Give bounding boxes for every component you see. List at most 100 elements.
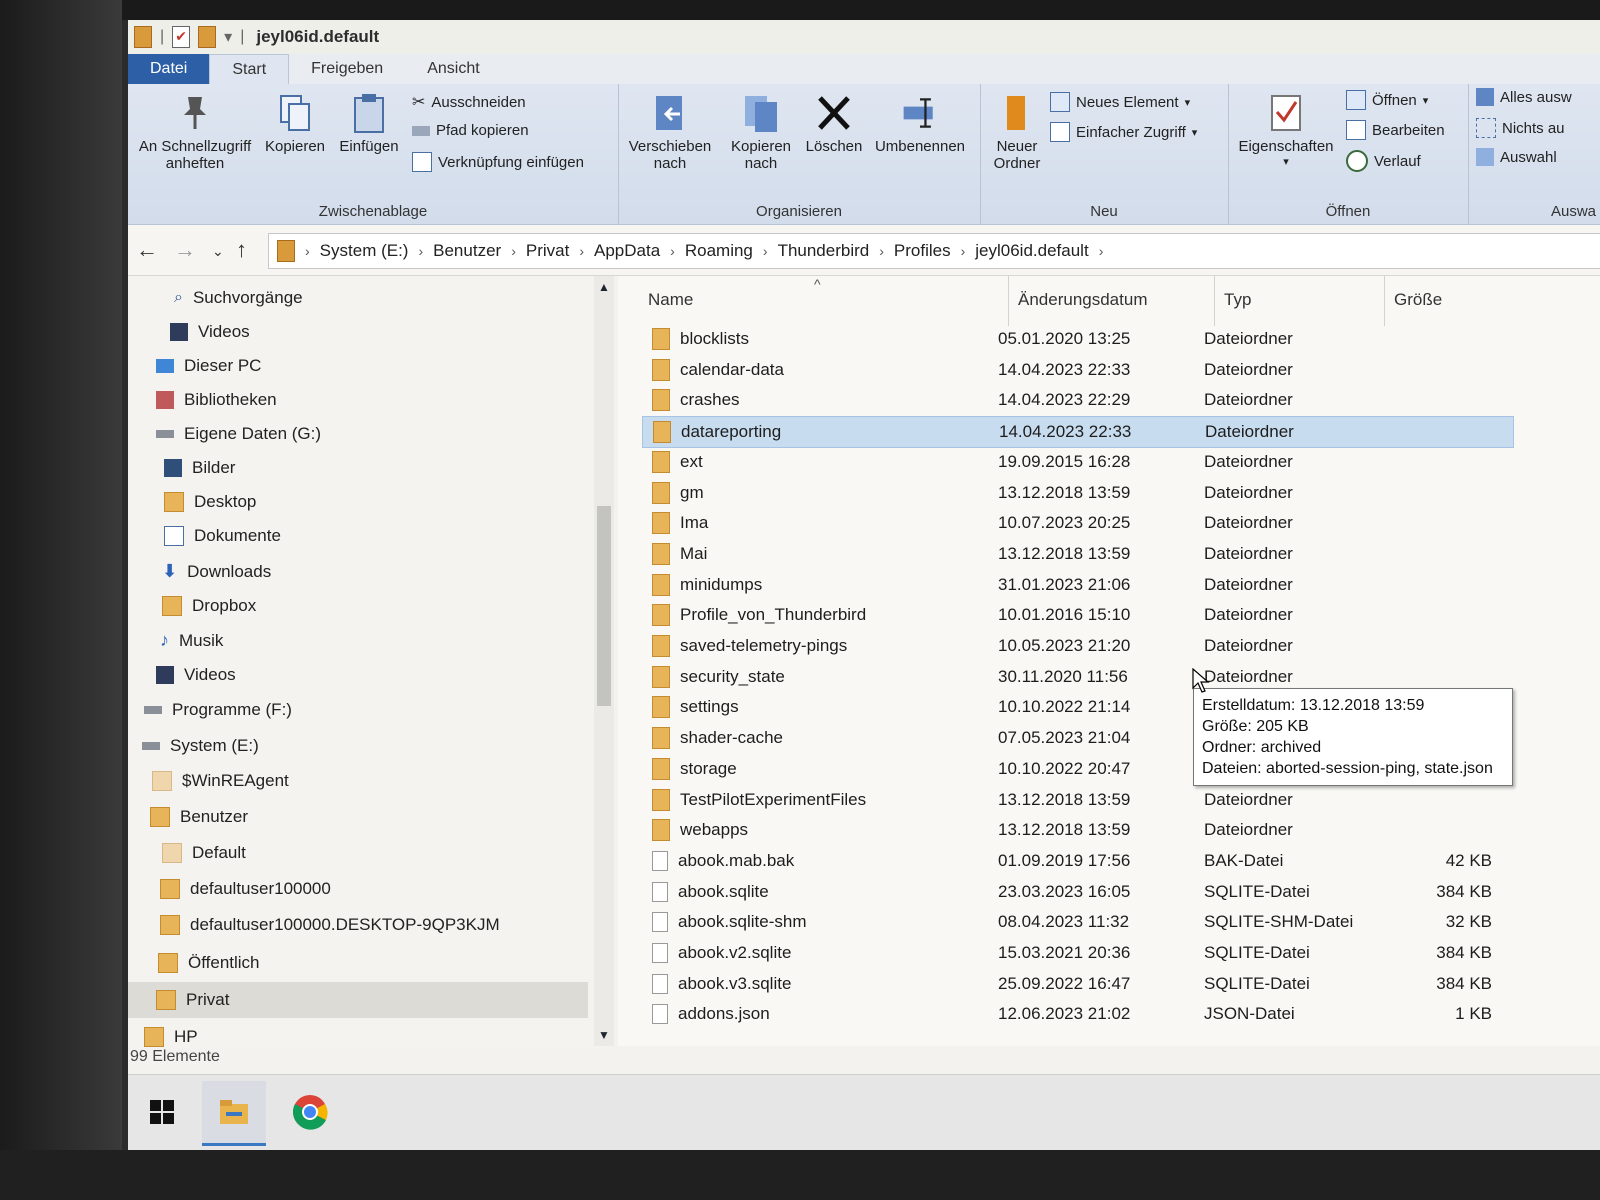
tree-item-videos-2[interactable]: Videos xyxy=(156,665,236,685)
tree-item-eigene-daten[interactable]: Eigene Daten (G:) xyxy=(156,424,321,444)
properties-button[interactable]: Eigenschaften ▾ xyxy=(1232,92,1340,168)
tree-item-musik[interactable]: ♪ Musik xyxy=(160,630,223,651)
table-row[interactable]: abook.v3.sqlite 25.09.2022 16:47 SQLITE-Da… xyxy=(642,969,1512,999)
scroll-down-chevron-icon[interactable]: ▼ xyxy=(598,1028,610,1042)
navigation-scrollbar[interactable]: ▲ ▼ xyxy=(594,276,614,1046)
rename-button[interactable]: Umbenennen xyxy=(868,92,972,155)
tree-item-defaultuser-desktop[interactable]: defaultuser100000.DESKTOP-9QP3KJM xyxy=(160,915,500,935)
table-row[interactable]: datareporting 14.04.2023 22:33 Dateiordner xyxy=(642,416,1514,449)
column-header-size[interactable]: Größe xyxy=(1394,290,1442,310)
breadcrumb-item[interactable]: Roaming xyxy=(685,241,753,261)
tree-item-downloads[interactable]: ⬇ Downloads xyxy=(162,561,271,582)
tree-item-bibliotheken[interactable]: Bibliotheken xyxy=(156,390,277,410)
move-to-button[interactable]: Verschieben nach xyxy=(624,92,716,172)
table-row[interactable]: blocklists 05.01.2020 13:25 Dateiordner xyxy=(642,324,1512,354)
new-folder-button[interactable]: Neuer Ordner xyxy=(984,92,1050,172)
tab-start[interactable]: Start xyxy=(209,54,290,84)
open-button[interactable]: Öffnen ▾ xyxy=(1346,90,1428,110)
table-row[interactable]: Mai 13.12.2018 13:59 Dateiordner xyxy=(642,539,1512,569)
table-row[interactable]: calendar-data 14.04.2023 22:33 Dateiordner xyxy=(642,355,1512,385)
table-row[interactable]: abook.sqlite 23.03.2023 16:05 SQLITE-Datei… xyxy=(642,877,1512,907)
breadcrumb-item[interactable]: Privat xyxy=(526,241,569,261)
start-button[interactable] xyxy=(130,1081,194,1143)
tree-item-winreagent[interactable]: $WinREAgent xyxy=(152,771,289,791)
chevron-right-icon[interactable]: › xyxy=(511,243,516,259)
tab-ansicht[interactable]: Ansicht xyxy=(405,54,501,84)
tree-item-defaultuser[interactable]: defaultuser100000 xyxy=(160,879,331,899)
easy-access-button[interactable]: Einfacher Zugriff ▾ xyxy=(1050,122,1197,142)
breadcrumb-item[interactable]: AppData xyxy=(594,241,660,261)
paste-shortcut-button[interactable]: Verknüpfung einfügen xyxy=(412,152,584,172)
table-row[interactable]: webapps 13.12.2018 13:59 Dateiordner xyxy=(642,815,1512,845)
new-item-button[interactable]: Neues Element ▾ xyxy=(1050,92,1190,112)
column-header-date[interactable]: Änderungsdatum xyxy=(1018,290,1147,310)
breadcrumb-item[interactable]: Benutzer xyxy=(433,241,501,261)
tab-freigeben[interactable]: Freigeben xyxy=(289,54,405,84)
breadcrumb-item[interactable]: jeyl06id.default xyxy=(975,241,1088,261)
table-row[interactable]: saved-telemetry-pings 10.05.2023 21:20 Dat… xyxy=(642,631,1512,661)
scrollbar-thumb[interactable] xyxy=(597,506,611,706)
history-button[interactable]: Verlauf xyxy=(1346,150,1421,172)
table-row[interactable]: TestPilotExperimentFiles 13.12.2018 13:59… xyxy=(642,785,1512,815)
chevron-right-icon[interactable]: › xyxy=(879,243,884,259)
edit-button[interactable]: Bearbeiten xyxy=(1346,120,1445,140)
tree-item-default[interactable]: Default xyxy=(162,843,246,863)
chevron-right-icon[interactable]: › xyxy=(961,243,966,259)
table-row[interactable]: ext 19.09.2015 16:28 Dateiordner xyxy=(642,447,1512,477)
address-bar[interactable]: › System (E:) › Benutzer › Privat › AppD… xyxy=(268,233,1600,269)
new-folder-icon[interactable] xyxy=(198,26,217,48)
recent-locations-chevron-icon[interactable]: ⌄ xyxy=(212,243,224,260)
tree-item-dokumente[interactable]: Dokumente xyxy=(164,526,281,546)
chevron-right-icon[interactable]: › xyxy=(670,243,675,259)
forward-arrow-icon[interactable]: → xyxy=(174,237,196,263)
invert-selection-button[interactable]: Auswahl xyxy=(1476,148,1557,166)
chevron-right-icon[interactable]: › xyxy=(418,243,423,259)
tree-item-desktop[interactable]: Desktop xyxy=(164,492,256,512)
chevron-right-icon[interactable]: › xyxy=(579,243,584,259)
tree-item-benutzer[interactable]: Benutzer xyxy=(150,807,248,827)
tab-datei[interactable]: Datei xyxy=(128,54,210,84)
copy-button[interactable]: Kopieren xyxy=(262,92,328,155)
taskbar-chrome[interactable] xyxy=(278,1081,342,1143)
tree-item-hp[interactable]: HP xyxy=(144,1027,198,1047)
tree-item-dropbox[interactable]: Dropbox xyxy=(162,596,256,616)
paste-button[interactable]: Einfügen xyxy=(334,92,404,155)
delete-button[interactable]: Löschen xyxy=(804,92,864,155)
tree-item-dieser-pc[interactable]: Dieser PC xyxy=(156,356,261,376)
tree-item-suchvorgaenge[interactable]: ⌕ Suchvorgänge xyxy=(174,288,303,308)
column-divider[interactable] xyxy=(1384,276,1385,326)
table-row[interactable]: abook.sqlite-shm 08.04.2023 11:32 SQLITE-S… xyxy=(642,907,1512,937)
chevron-right-icon[interactable]: › xyxy=(1099,243,1104,259)
column-divider[interactable] xyxy=(1008,276,1009,326)
pin-quick-access-button[interactable]: An Schnellzugriff anheften xyxy=(132,92,258,172)
tree-item-bilder[interactable]: Bilder xyxy=(164,458,235,478)
table-row[interactable]: abook.mab.bak 01.09.2019 17:56 BAK-Datei 42… xyxy=(642,846,1512,876)
column-header-type[interactable]: Typ xyxy=(1224,290,1251,310)
chevron-right-icon[interactable]: › xyxy=(305,243,310,259)
tree-item-privat[interactable]: Privat xyxy=(156,990,229,1010)
table-row[interactable]: Ima 10.07.2023 20:25 Dateiordner xyxy=(642,508,1512,538)
table-row[interactable]: abook.v2.sqlite 15.03.2021 20:36 SQLITE-Da… xyxy=(642,938,1512,968)
back-arrow-icon[interactable]: ← xyxy=(136,237,158,263)
table-row[interactable]: addons.json 12.06.2023 21:02 JSON-Datei 1 K… xyxy=(642,999,1512,1029)
copy-to-button[interactable]: Kopieren nach xyxy=(722,92,800,172)
tree-item-system[interactable]: System (E:) xyxy=(142,736,259,756)
cut-button[interactable]: ✂ Ausschneiden xyxy=(412,92,526,112)
select-none-button[interactable]: Nichts au xyxy=(1476,118,1565,138)
tree-item-oeffentlich[interactable]: Öffentlich xyxy=(158,953,260,973)
breadcrumb-item[interactable]: Profiles xyxy=(894,241,951,261)
copy-path-button[interactable]: Pfad kopieren xyxy=(412,122,529,139)
table-row[interactable]: crashes 14.04.2023 22:29 Dateiordner xyxy=(642,385,1512,415)
column-header-name[interactable]: Name xyxy=(648,290,693,310)
select-all-button[interactable]: Alles ausw xyxy=(1476,88,1572,106)
column-divider[interactable] xyxy=(1214,276,1215,326)
table-row[interactable]: minidumps 31.01.2023 21:06 Dateiordner xyxy=(642,570,1512,600)
table-row[interactable]: gm 13.12.2018 13:59 Dateiordner xyxy=(642,478,1512,508)
tree-item-videos[interactable]: Videos xyxy=(170,322,250,342)
properties-check-icon[interactable]: ✔ xyxy=(172,26,191,48)
breadcrumb-item[interactable]: System (E:) xyxy=(320,241,409,261)
up-arrow-icon[interactable]: ↑ xyxy=(236,237,247,263)
breadcrumb-item[interactable]: Thunderbird xyxy=(778,241,870,261)
taskbar-file-explorer[interactable] xyxy=(202,1081,266,1146)
scroll-up-chevron-icon[interactable]: ▲ xyxy=(598,280,610,294)
